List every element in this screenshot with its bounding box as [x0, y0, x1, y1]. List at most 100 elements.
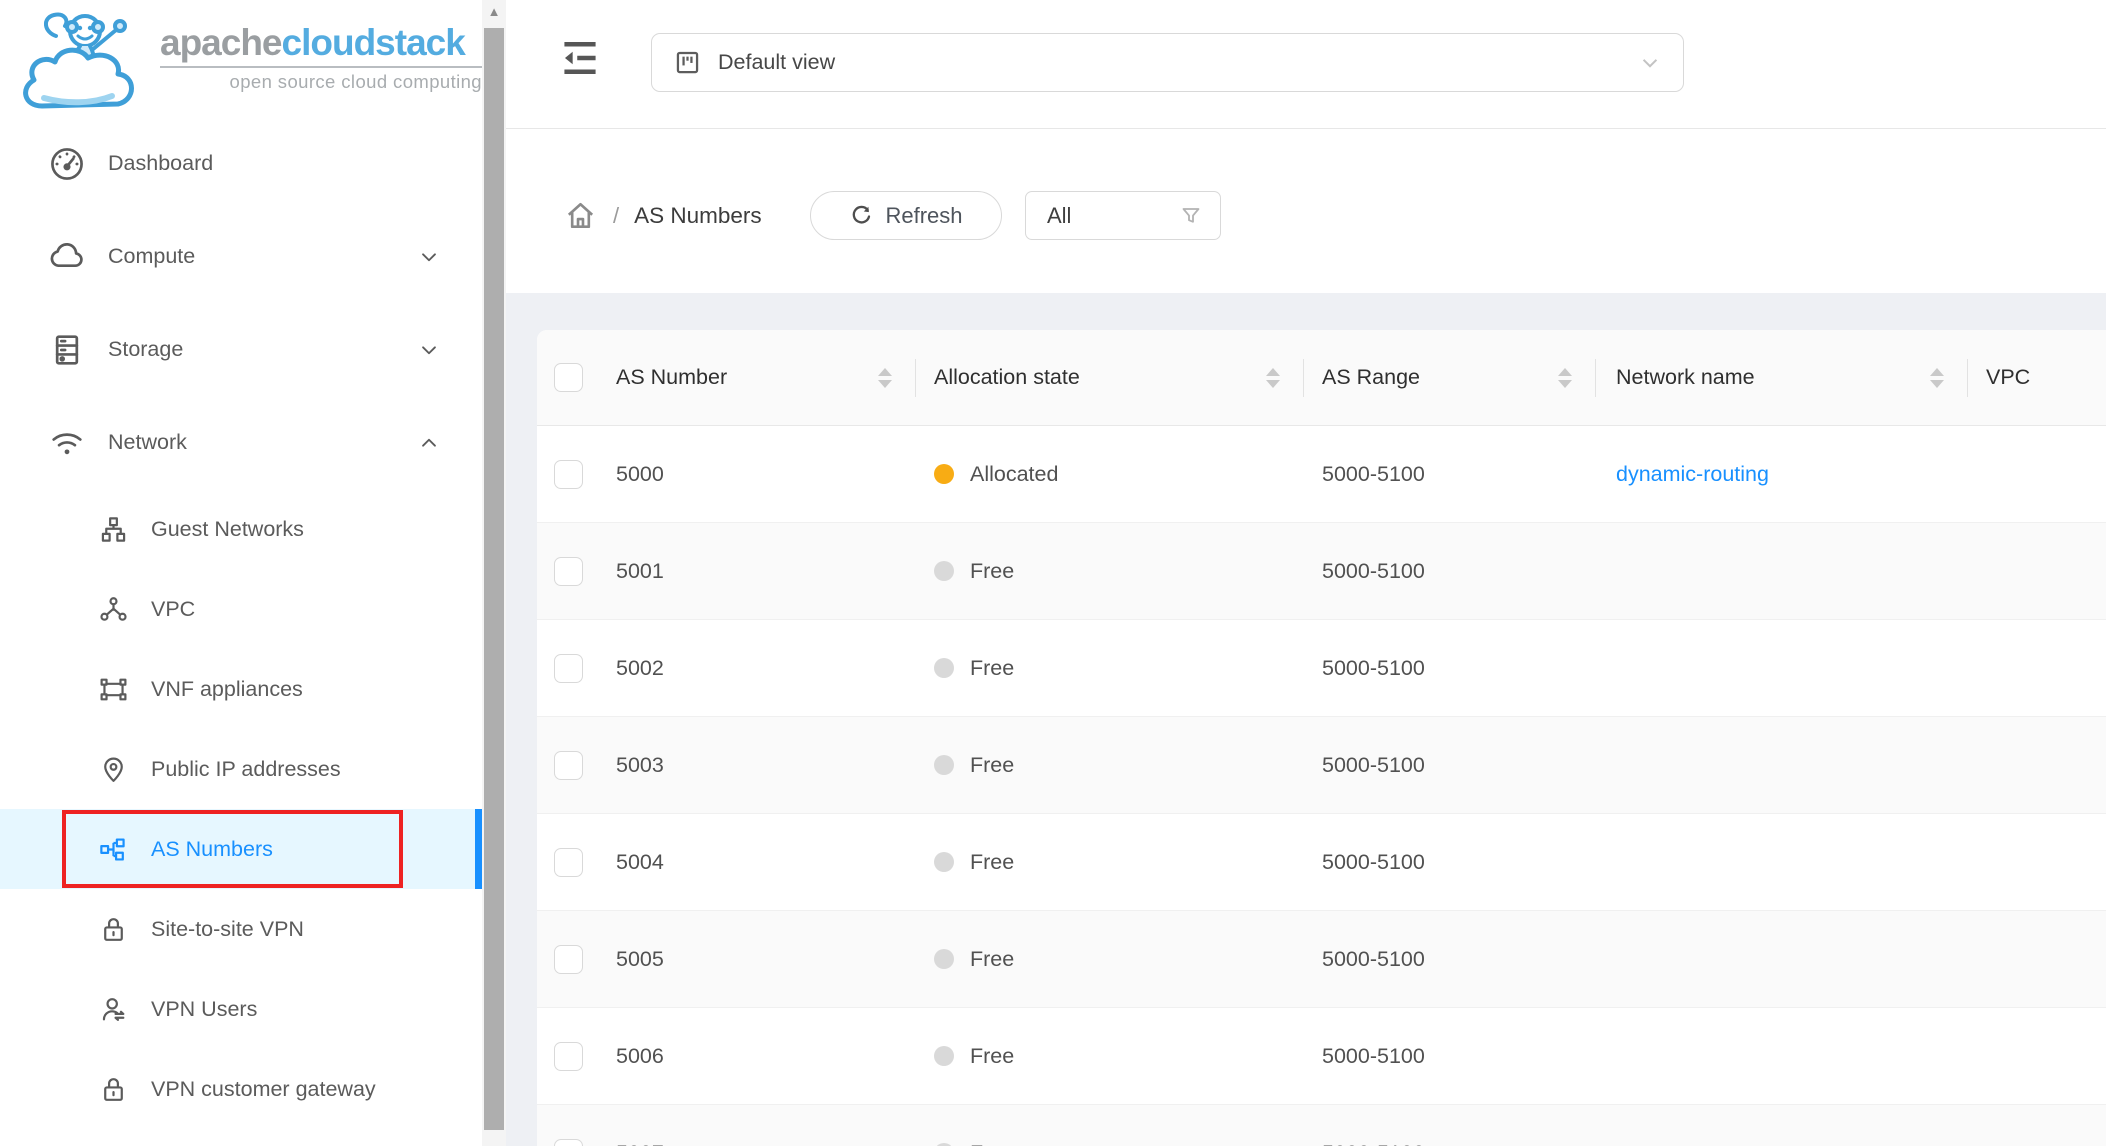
sort-carets-icon[interactable] [878, 368, 892, 388]
sidebar-item-as-numbers[interactable]: AS Numbers [0, 809, 482, 889]
vpc-cell [1968, 911, 2106, 1007]
table-row: 5006 Free 5000-5100 [537, 1008, 2106, 1105]
as-range-cell: 5000-5100 [1304, 1008, 1596, 1104]
as-number-cell: 5007 [600, 1105, 916, 1146]
network-name-cell: dynamic-routing [1596, 426, 1968, 522]
refresh-button[interactable]: Refresh [810, 191, 1002, 240]
breadcrumb-separator: / [613, 203, 619, 229]
as-number-cell: 5003 [600, 717, 916, 813]
main-area: Default view / AS Numbers [506, 0, 2106, 1146]
filter-selector[interactable]: All [1025, 191, 1221, 240]
cluster-icon [98, 834, 129, 865]
monkey-cloud-logo-icon [14, 6, 154, 112]
row-checkbox[interactable] [554, 1139, 583, 1146]
row-checkbox[interactable] [554, 654, 583, 683]
as-range-cell: 5000-5100 [1304, 911, 1596, 1007]
select-all-checkbox[interactable] [554, 363, 583, 392]
scroll-up-arrow-icon[interactable]: ▲ [482, 4, 506, 19]
select-all-cell [537, 330, 600, 425]
column-header-network-name[interactable]: Network name [1596, 330, 1968, 425]
sidebar-item-site-to-site-vpn[interactable]: Site-to-site VPN [0, 889, 482, 969]
top-bar: Default view [506, 0, 2106, 129]
view-selector-value: Default view [718, 50, 835, 75]
as-number-cell: 5004 [600, 814, 916, 910]
sidebar-item-storage[interactable]: Storage [0, 303, 482, 396]
sidebar-item-vpn-users[interactable]: VPN Users [0, 969, 482, 1049]
sidebar-scrollbar[interactable]: ▲ [482, 0, 506, 1146]
dashboard-icon [48, 145, 86, 183]
table-row: 5000 Allocated 5000-5100 dynamic-routing [537, 426, 2106, 523]
allocation-state-cell: Free [916, 1105, 1304, 1146]
network-name-cell [1596, 620, 1968, 716]
vpc-cell [1968, 1105, 2106, 1146]
row-checkbox[interactable] [554, 557, 583, 586]
sort-carets-icon[interactable] [1558, 368, 1572, 388]
as-range-cell: 5000-5100 [1304, 717, 1596, 813]
brand-wordmark: apachecloudstack open source cloud compu… [160, 22, 482, 93]
status-dot [934, 464, 954, 484]
table-row: 5003 Free 5000-5100 [537, 717, 2106, 814]
column-header-as-range[interactable]: AS Range [1304, 330, 1596, 425]
network-name-cell [1596, 523, 1968, 619]
sitemap-icon [98, 514, 129, 545]
allocation-state-cell: Free [916, 523, 1304, 619]
status-dot [934, 755, 954, 775]
sidebar-item-network[interactable]: Network [0, 396, 482, 489]
brand-subtitle: open source cloud computing [160, 71, 482, 93]
filter-funnel-icon [1179, 204, 1203, 228]
home-icon[interactable] [563, 198, 598, 233]
sidebar-item-dashboard[interactable]: Dashboard [0, 117, 482, 210]
allocation-state-cell: Free [916, 814, 1304, 910]
column-header-vpc: VPC [1968, 330, 2106, 425]
menu-fold-icon[interactable] [558, 36, 602, 80]
sidebar-item-compute[interactable]: Compute [0, 210, 482, 303]
table-row: 5004 Free 5000-5100 [537, 814, 2106, 911]
sort-carets-icon[interactable] [1266, 368, 1280, 388]
as-number-cell: 5001 [600, 523, 916, 619]
column-header-allocation-state[interactable]: Allocation state [916, 330, 1304, 425]
row-checkbox[interactable] [554, 1042, 583, 1071]
allocation-state-cell: Free [916, 1008, 1304, 1104]
network-name-cell [1596, 814, 1968, 910]
lock-icon [98, 1074, 129, 1105]
network-link[interactable]: dynamic-routing [1616, 462, 1769, 487]
breadcrumb-page-title: AS Numbers [634, 203, 762, 229]
vpc-cell [1968, 814, 2106, 910]
sidebar-item-vnf-appliances[interactable]: VNF appliances [0, 649, 482, 729]
reload-icon [849, 203, 874, 228]
table-body: 5000 Allocated 5000-5100 dynamic-routing… [537, 426, 2106, 1146]
vpc-cell [1968, 717, 2106, 813]
sidebar-item-vpn-customer-gateway[interactable]: VPN customer gateway [0, 1049, 482, 1129]
column-header-as-number[interactable]: AS Number [600, 330, 916, 425]
toolbar-section: / AS Numbers Refresh All [506, 129, 2106, 293]
vpc-cell [1968, 620, 2106, 716]
network-name-cell [1596, 1105, 1968, 1146]
as-number-cell: 5005 [600, 911, 916, 1007]
refresh-button-label: Refresh [885, 203, 962, 229]
view-selector[interactable]: Default view [651, 33, 1684, 92]
scrollbar-thumb[interactable] [484, 28, 504, 1130]
sidebar-item-vpc[interactable]: VPC [0, 569, 482, 649]
sidebar-menu: Dashboard Compute Storage Network Guest … [0, 117, 482, 1129]
row-checkbox[interactable] [554, 460, 583, 489]
database-icon [48, 331, 86, 369]
network-name-cell [1596, 911, 1968, 1007]
as-number-cell: 5002 [600, 620, 916, 716]
sort-carets-icon[interactable] [1930, 368, 1944, 388]
vpc-cell [1968, 426, 2106, 522]
chevron-down-icon [1639, 52, 1661, 74]
sidebar-item-public-ip-addresses[interactable]: Public IP addresses [0, 729, 482, 809]
content-background: AS Number Allocation state AS Range Netw… [506, 293, 2106, 1146]
brand-cloudstack: cloudstack [282, 22, 465, 63]
sidebar: apachecloudstack open source cloud compu… [0, 0, 506, 1146]
sidebar-item-guest-networks[interactable]: Guest Networks [0, 489, 482, 569]
row-checkbox[interactable] [554, 945, 583, 974]
breadcrumb: / AS Numbers [563, 191, 762, 240]
as-number-cell: 5000 [600, 426, 916, 522]
row-checkbox[interactable] [554, 751, 583, 780]
row-checkbox[interactable] [554, 848, 583, 877]
project-icon [674, 49, 701, 76]
as-range-cell: 5000-5100 [1304, 1105, 1596, 1146]
network-name-cell [1596, 1008, 1968, 1104]
allocation-state-cell: Free [916, 620, 1304, 716]
